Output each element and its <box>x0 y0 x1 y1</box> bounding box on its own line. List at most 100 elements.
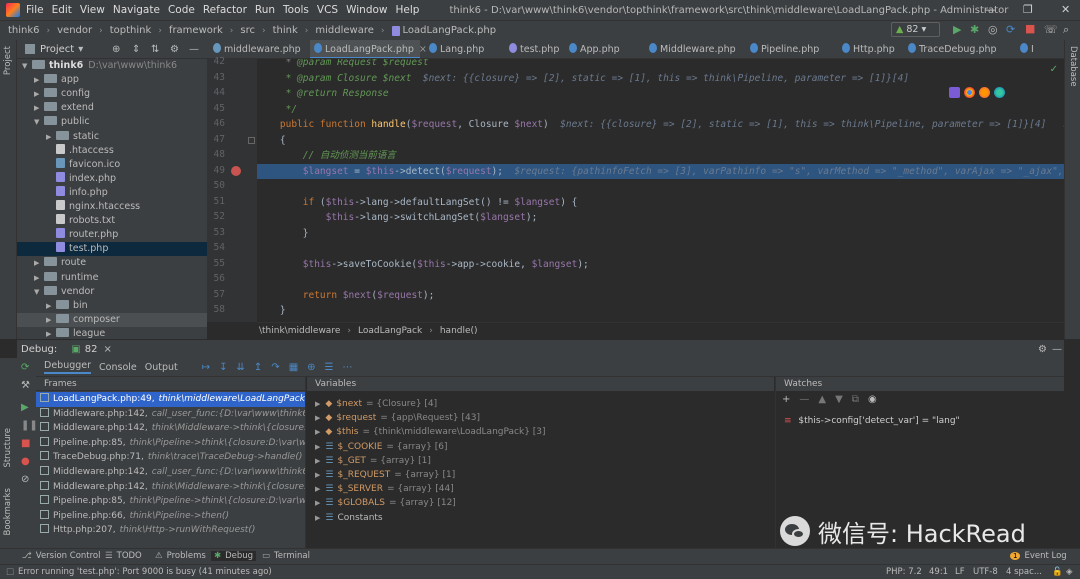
menu-item[interactable]: File <box>26 4 44 16</box>
editor-tab[interactable]: LoadLangPack.php × <box>310 40 427 58</box>
tree-item[interactable]: ▼ vendor <box>17 285 207 299</box>
bottom-tool-button[interactable]: ⎇ Version Control <box>22 551 100 561</box>
tree-item[interactable]: favicon.ico <box>17 157 207 172</box>
gear-icon[interactable]: ⚙ <box>170 44 179 55</box>
search-icon[interactable]: ⌕ <box>1063 23 1069 37</box>
menu-item[interactable]: Edit <box>52 4 72 16</box>
tree-item[interactable]: test.php <box>17 242 207 257</box>
tree-item[interactable]: nginx.htaccess <box>17 200 207 214</box>
tree-item[interactable]: router.php <box>17 228 207 242</box>
tree-item[interactable]: .htaccess <box>17 143 207 158</box>
debug-tab[interactable]: Debugger <box>44 360 92 374</box>
collapse-icon[interactable]: ⇕ <box>132 44 140 55</box>
tree-item[interactable]: ▼ public <box>17 115 207 129</box>
menu-item[interactable]: Run <box>255 4 275 16</box>
chevron-right-icon[interactable]: ▶ <box>34 73 44 87</box>
minimize-icon[interactable]: — <box>985 3 996 16</box>
menu-item[interactable]: Window <box>346 4 387 16</box>
project-dropdown[interactable]: Project <box>40 44 74 55</box>
expand-arrow-icon[interactable]: ▶ <box>315 400 320 408</box>
tree-item[interactable]: ▶ app <box>17 73 207 87</box>
variable-row[interactable]: ▶ ◆ $next = {Closure} [4] <box>315 397 437 411</box>
variable-row[interactable]: ▶ ☰ $_COOKIE = {array} [6] <box>315 440 447 454</box>
frame-row[interactable]: Middleware.php:142, call_user_func:{D:\va… <box>36 465 305 480</box>
chevron-down-icon[interactable]: ▼ <box>34 285 44 299</box>
force-step-icon[interactable]: ⇊ <box>237 362 245 373</box>
resume-icon[interactable]: ▶ <box>21 402 29 413</box>
list-icon[interactable]: ☰ <box>325 362 334 373</box>
expand-icon[interactable]: ⇅ <box>151 44 159 55</box>
expand-arrow-icon[interactable]: ▶ <box>315 485 320 493</box>
debug-tab[interactable]: Console <box>99 362 137 373</box>
stop-icon[interactable]: ■ <box>21 438 30 449</box>
cursor-position[interactable]: 49:1 <box>929 567 948 577</box>
variable-row[interactable]: ▶ ☰ Constants <box>315 511 387 525</box>
debug-tab[interactable]: Output <box>145 362 178 373</box>
tree-item[interactable]: ▶ static <box>17 130 207 144</box>
tree-item[interactable]: ▶ config <box>17 87 207 101</box>
tree-item[interactable]: ▶ composer <box>17 312 207 327</box>
step-over-icon[interactable]: ↦ <box>202 362 210 373</box>
tree-item[interactable]: ▶ route <box>17 256 207 270</box>
eye-icon[interactable]: ◉ <box>868 394 877 405</box>
chevron-down-icon[interactable]: ▼ <box>22 59 32 73</box>
tree-item[interactable]: index.php <box>17 171 207 186</box>
expand-arrow-icon[interactable]: ▶ <box>315 457 320 465</box>
chevron-right-icon[interactable]: ▶ <box>34 101 44 115</box>
chevron-down-icon[interactable]: ▾ <box>78 44 83 55</box>
hide-icon[interactable]: — <box>189 44 199 55</box>
bookmarks-tool-label[interactable]: Bookmarks <box>3 488 13 536</box>
hide-panel-icon[interactable]: — <box>1052 344 1062 355</box>
frame-row[interactable]: Middleware.php:142, think\Middleware->thi… <box>36 480 305 495</box>
step-into-icon[interactable]: ↧ <box>219 362 227 373</box>
editor-tab[interactable]: App.php <box>565 40 640 58</box>
editor-tab[interactable]: Lang.php <box>425 40 500 58</box>
coverage-icon[interactable]: ◎ <box>988 23 998 36</box>
editor-tab[interactable]: Middleware.php <box>645 40 740 58</box>
database-tool-label[interactable]: Database <box>1068 46 1078 87</box>
nav-crumb[interactable]: think <box>273 25 298 36</box>
lock-icon[interactable]: 🔓 <box>1052 567 1063 577</box>
nav-crumb[interactable]: think6 <box>8 25 40 36</box>
menu-item[interactable]: View <box>80 4 105 16</box>
variable-row[interactable]: ▶ ◆ $request = {app\Request} [43] <box>315 411 480 425</box>
code-crumb[interactable]: LoadLangPack <box>358 326 422 336</box>
frame-row[interactable]: Pipeline.php:85, think\Pipeline->think\{c… <box>36 436 305 451</box>
code-crumb[interactable]: \think\middleware <box>259 326 340 336</box>
variable-row[interactable]: ▶ ☰ $_GET = {array} [1] <box>315 454 431 468</box>
expand-arrow-icon[interactable]: ▶ <box>315 443 320 451</box>
chevron-down-icon[interactable]: ▼ <box>34 115 44 129</box>
expand-arrow-icon[interactable]: ▶ <box>315 471 320 479</box>
nav-crumb[interactable]: framework <box>169 25 223 36</box>
tree-item[interactable]: robots.txt <box>17 214 207 228</box>
event-log-button[interactable]: 1 Event Log <box>1010 551 1067 561</box>
menu-item[interactable]: Refactor <box>203 4 247 16</box>
variable-row[interactable]: ▶ ☰ $_SERVER = {array} [44] <box>315 482 454 496</box>
stop-icon[interactable]: ■ <box>1025 22 1035 35</box>
variable-row[interactable]: ▶ ☰ $GLOBALS = {array} [12] <box>315 496 456 510</box>
indent-setting[interactable]: 4 spac... <box>1006 567 1042 577</box>
mute-breakpoints-icon[interactable]: ⊘ <box>21 474 29 485</box>
frame-row[interactable]: LoadLangPack.php:49, think\middleware\Loa… <box>36 392 305 407</box>
nav-crumb[interactable]: topthink <box>110 25 152 36</box>
run-config-select[interactable]: ▲ 82 ▾ <box>891 22 940 37</box>
bottom-tool-button[interactable]: ✱ Debug <box>211 551 257 561</box>
menu-item[interactable]: Code <box>168 4 195 16</box>
debug-session-tab[interactable]: 82 <box>85 344 98 355</box>
tree-item[interactable]: ▶ bin <box>17 299 207 313</box>
editor-tab[interactable]: I <box>1016 40 1056 58</box>
chevron-right-icon[interactable]: ▶ <box>46 327 56 339</box>
run-icon[interactable]: ▶ <box>953 23 961 36</box>
step-out-icon[interactable]: ↥ <box>254 362 262 373</box>
settings-icon[interactable]: ⚒ <box>21 380 30 391</box>
editor-tab[interactable]: Http.php <box>838 40 898 58</box>
expand-arrow-icon[interactable]: ▶ <box>315 414 320 422</box>
chevron-right-icon[interactable]: ▶ <box>34 87 44 101</box>
gear-icon[interactable]: ⚙ <box>1038 344 1047 355</box>
editor-tab[interactable]: test.php <box>505 40 560 58</box>
debug-icon[interactable]: ✱ <box>970 23 979 36</box>
chevron-right-icon[interactable]: ▶ <box>34 256 44 270</box>
watch-row[interactable]: ≡ $this->config['detect_var'] = "lang" <box>784 416 960 426</box>
menu-item[interactable]: Tools <box>283 4 309 16</box>
expand-arrow-icon[interactable]: ▶ <box>315 514 320 522</box>
